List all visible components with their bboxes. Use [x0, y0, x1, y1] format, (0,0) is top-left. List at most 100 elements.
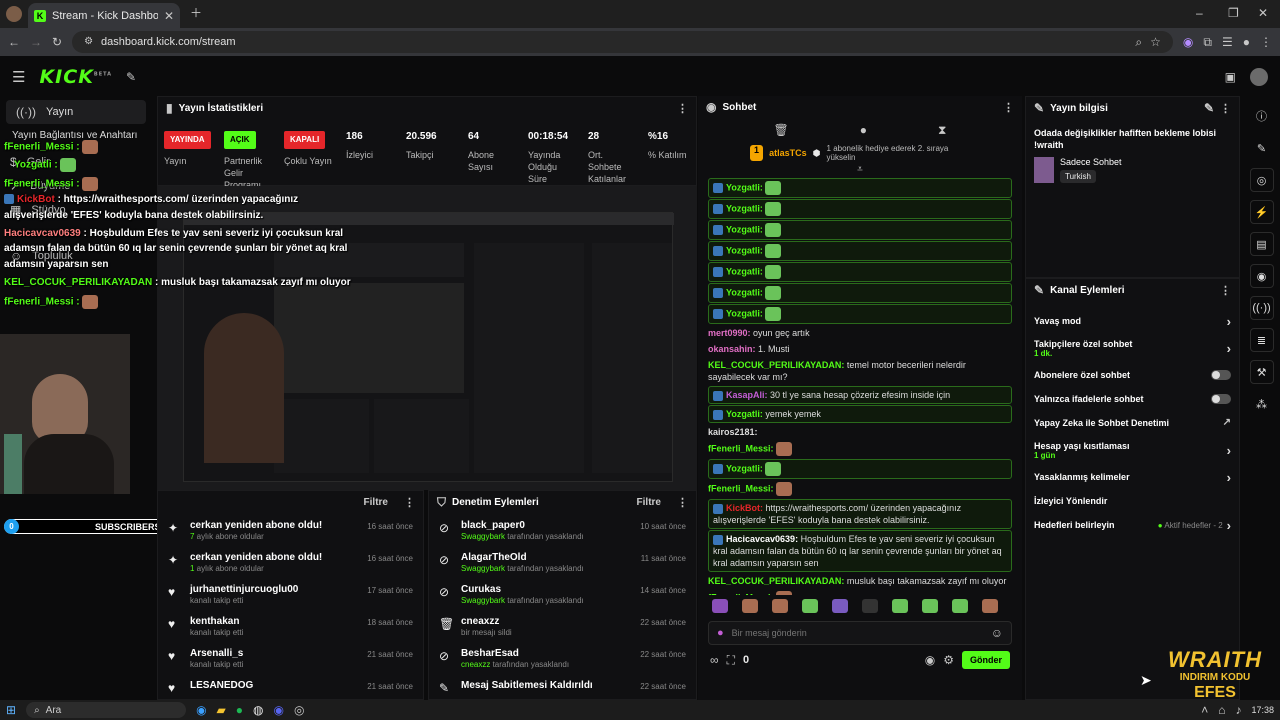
edge-icon[interactable]: ◉	[196, 704, 206, 716]
channel-action-item[interactable]: Yalnızca ifadelerle sohbet	[1026, 387, 1239, 411]
emote-button[interactable]	[742, 599, 758, 613]
channel-action-item[interactable]: Yapay Zeka ile Sohbet Denetimi ↗	[1026, 411, 1239, 435]
edit-icon[interactable]: ✎	[1204, 102, 1214, 114]
user-avatar[interactable]	[1250, 68, 1268, 86]
channel-action-item[interactable]: Yavaş mod ›	[1026, 309, 1239, 333]
chat-username[interactable]: Yozgatli:	[726, 245, 763, 255]
chat-message[interactable]: Yozgatli:	[708, 262, 1012, 282]
chat-settings-bubble-icon[interactable]: ◉	[925, 654, 935, 666]
zoom-icon[interactable]: ⌕	[1135, 36, 1142, 48]
emote-button[interactable]	[922, 599, 938, 613]
feed-event-row[interactable]: ♥ kenthakan kanalı takip etti 18 saat önce	[158, 615, 423, 647]
feed-event-row[interactable]: ♥ jurhanettinjurcuoglu00 kanalı takip etti…	[158, 583, 423, 615]
chat-menu-icon[interactable]: ⋮	[1003, 101, 1014, 114]
explorer-icon[interactable]: ▰	[217, 704, 226, 716]
extensions-puzzle-icon[interactable]: ⧉	[1203, 36, 1212, 48]
chat-username[interactable]: fFenerli_Messi:	[708, 443, 774, 453]
chrome-icon[interactable]: ◍	[253, 704, 263, 716]
new-tab-icon[interactable]: ＋	[190, 7, 202, 19]
channel-action-item[interactable]: Hedefleri belirleyin ● Aktif hedefler - 2…	[1026, 513, 1239, 537]
emote-button[interactable]	[712, 599, 728, 613]
chat-message[interactable]: Yozgatli:	[708, 220, 1012, 240]
chat-message[interactable]: KickBot: https://wraithesports.com/ üzer…	[708, 499, 1012, 529]
hourglass-icon[interactable]: ⧗	[938, 124, 946, 136]
chat-message[interactable]: mert0990: oyun geç artık	[698, 325, 1022, 341]
channel-action-item[interactable]: Yasaklanmış kelimeler ›	[1026, 465, 1239, 489]
reading-list-icon[interactable]: ☰	[1222, 36, 1233, 48]
emote-button[interactable]	[772, 599, 788, 613]
chat-message[interactable]: Hacicavcav0639: Hoşbuldum Efes te yav se…	[708, 530, 1012, 572]
bookmark-star-icon[interactable]: ☆	[1150, 36, 1161, 48]
chat-message[interactable]: Yozgatli:	[708, 283, 1012, 303]
feed-event-row[interactable]: ♥ LESANEDOG 21 saat önce	[158, 679, 423, 699]
emote-button[interactable]	[952, 599, 968, 613]
stream-info-menu-icon[interactable]: ⋮	[1220, 102, 1231, 115]
spotify-icon[interactable]: ●	[236, 704, 243, 716]
chat-message[interactable]: Yozgatli:	[708, 304, 1012, 324]
stats-menu-icon[interactable]: ⋮	[677, 102, 688, 115]
chat-username[interactable]: mert0990:	[708, 328, 751, 338]
profile-icon[interactable]: ●	[1243, 36, 1250, 48]
gift-leaderboard[interactable]: 1 atlasTCs ⬢ 1 abonelik hediye ederek 2.…	[698, 142, 1022, 164]
lightning-icon[interactable]: ⚡	[1249, 200, 1274, 224]
toggle-switch[interactable]	[1211, 394, 1231, 404]
chat-message[interactable]: KasapAli: 30 tl ye sana hesap çözeriz ef…	[708, 386, 1012, 404]
chat-username[interactable]: KickBot:	[726, 503, 763, 513]
creator-mode-icon[interactable]: ▣	[1225, 71, 1236, 83]
chat-message[interactable]: Yozgatli:	[708, 459, 1012, 479]
moderation-event-row[interactable]: ⊘ AlagarTheOld Swaggybark tarafından yasak…	[429, 551, 696, 583]
info-icon[interactable]: ⓘ	[1250, 104, 1274, 128]
feed-event-row[interactable]: ✦ cerkan yeniden abone oldu! 1 aylık abone…	[158, 551, 423, 583]
chat-input[interactable]	[731, 628, 983, 638]
discord-icon[interactable]: ◉	[274, 704, 284, 716]
browser-tab[interactable]: K Stream - Kick Dashboard ✕	[28, 3, 180, 28]
chat-username[interactable]: Yozgatli:	[726, 409, 763, 419]
chat-username[interactable]: Yozgatli:	[726, 463, 763, 473]
maximize-icon[interactable]: ❐	[1228, 7, 1239, 19]
pencil-icon[interactable]: ✎	[1250, 136, 1274, 160]
channel-action-item[interactable]: Takipçilere özel sohbet 1 dk. ›	[1026, 333, 1239, 363]
emoji-icon[interactable]: ☺	[991, 627, 1003, 639]
channel-action-item[interactable]: Hesap yaşı kısıtlaması 1 gün ›	[1026, 435, 1239, 465]
chat-message[interactable]: okansahin: 1. Musti	[698, 341, 1022, 357]
minimize-icon[interactable]: –	[1196, 7, 1203, 19]
browser-menu-icon[interactable]: ⋮	[1260, 36, 1272, 48]
camera-icon[interactable]: ◎	[1249, 168, 1274, 192]
chat-message[interactable]: Yozgatli:	[708, 178, 1012, 198]
chat-username[interactable]: fFenerli_Messi:	[708, 592, 774, 595]
pinned-toggle-icon[interactable]: ⩡	[698, 164, 1022, 175]
chat-username[interactable]: Yozgatli:	[726, 308, 763, 318]
trash-icon[interactable]: 🗑	[774, 124, 789, 136]
chat-message[interactable]: Yozgatli:	[708, 241, 1012, 261]
chat-username[interactable]: KasapAli:	[726, 390, 768, 400]
category-name[interactable]: Sadece Sohbet	[1060, 157, 1122, 167]
chat-username[interactable]: Hacicavcav0639:	[726, 534, 798, 544]
wrench-icon[interactable]: ⚒	[1249, 360, 1274, 384]
taskbar-search[interactable]: ⌕ Ara	[26, 702, 187, 718]
chat-message[interactable]: fFenerli_Messi:	[698, 480, 1022, 498]
network-icon[interactable]: ⌂	[1218, 704, 1225, 716]
chat-username[interactable]: kairos2181:	[708, 427, 758, 437]
chat-message[interactable]: fFenerli_Messi:	[698, 440, 1022, 458]
emote-button[interactable]	[862, 599, 878, 613]
moderation-filter-button[interactable]: Filtre	[637, 497, 661, 508]
chat-username[interactable]: Yozgatli:	[726, 224, 763, 234]
chat-message[interactable]: KEL_COCUK_PERILIKAYADAN: temel motor bec…	[698, 357, 1022, 385]
moderation-menu-icon[interactable]: ⋮	[677, 496, 688, 509]
reload-icon[interactable]: ↻	[52, 36, 62, 48]
chat-username[interactable]: Yozgatli:	[726, 203, 763, 213]
gear-icon[interactable]: ⚙	[943, 654, 954, 666]
kick-logo[interactable]: KICKBETA	[39, 66, 112, 88]
send-button[interactable]: Gönder	[961, 651, 1010, 669]
chat-username[interactable]: okansahin:	[708, 344, 756, 354]
broadcast-icon[interactable]: ((·))	[1249, 296, 1274, 320]
obs-icon[interactable]: ◎	[294, 704, 304, 716]
extension-icon[interactable]: ◉	[1183, 36, 1193, 48]
chat-message[interactable]: Yozgatli: yemek yemek	[708, 405, 1012, 423]
layers-icon[interactable]: ≣	[1249, 328, 1274, 352]
moderation-event-row[interactable]: ⊘ BesharEsad cneaxzz tarafından yasaklandı…	[429, 647, 696, 679]
feed-event-row[interactable]: ✦ cerkan yeniden abone oldu! 7 aylık abone…	[158, 519, 423, 551]
site-info-icon[interactable]: ⚙	[84, 37, 93, 47]
volume-icon[interactable]: ♪	[1235, 704, 1241, 716]
chat-username[interactable]: Yozgatli:	[726, 182, 763, 192]
